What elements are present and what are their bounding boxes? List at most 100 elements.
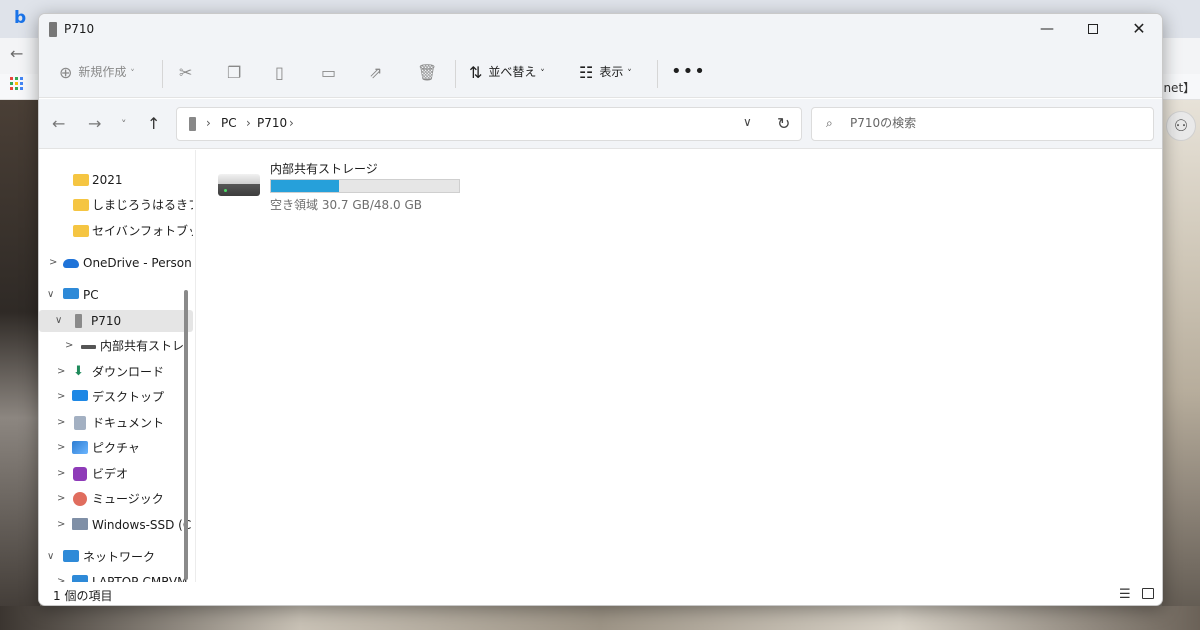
chevron-right-icon[interactable]: > (57, 437, 65, 459)
refresh-icon[interactable]: ↻ (777, 114, 790, 133)
sidebar-item-network[interactable]: ∨ ネットワーク (39, 546, 193, 568)
sort-button[interactable]: ⇅ 並べ替え ˅ (469, 60, 545, 84)
new-button[interactable]: ⊕ 新規作成 ˅ (59, 60, 135, 84)
apps-grid-icon[interactable] (10, 77, 24, 91)
breadcrumb-separator-icon[interactable]: › (289, 116, 294, 130)
hard-drive-icon (218, 174, 260, 196)
network-icon (63, 550, 79, 562)
sidebar-item-desktop[interactable]: > デスクトップ (39, 386, 193, 408)
cut-button[interactable]: ✂ (179, 60, 198, 84)
profile-avatar-icon[interactable]: ⚇ (1166, 111, 1196, 141)
browser-back-icon[interactable]: ← (10, 44, 23, 63)
sidebar-item-p710[interactable]: ∨ P710 (39, 310, 193, 332)
breadcrumb-p710[interactable]: P710 (257, 116, 287, 130)
music-icon (73, 492, 87, 506)
sidebar-item-seiban[interactable]: セイバンフォトブック. (39, 220, 193, 242)
desktop-wallpaper (0, 606, 1200, 630)
sidebar-item-label: 2021 (92, 173, 123, 187)
address-history-chevron-icon[interactable]: ∨ (743, 115, 752, 129)
search-input[interactable] (850, 116, 1140, 130)
chevron-down-icon[interactable]: ∨ (47, 284, 54, 306)
view-button[interactable]: ☷ 表示 ˅ (579, 60, 632, 84)
up-arrow-icon[interactable]: ↑ (147, 114, 160, 133)
chevron-right-icon[interactable]: > (57, 514, 65, 536)
breadcrumb-pc[interactable]: PC (221, 116, 237, 130)
storage-usage-fill (271, 180, 339, 192)
more-options-button[interactable]: ••• (671, 60, 706, 84)
back-arrow-icon[interactable]: ← (52, 114, 65, 133)
desktop-icon (72, 390, 88, 401)
sidebar-item-shimajiro[interactable]: しまじろうはるきフォ (39, 194, 193, 216)
sidebar-item-videos[interactable]: > ビデオ (39, 463, 193, 485)
sidebar-item-onedrive[interactable]: > OneDrive - Person (39, 252, 193, 274)
sidebar-item-pictures[interactable]: > ピクチャ (39, 437, 193, 459)
title-bar[interactable]: P710 — ✕ (39, 14, 1162, 46)
folder-icon (73, 174, 89, 186)
sidebar-item-label: P710 (91, 314, 122, 328)
details-view-icon[interactable]: ☰ (1119, 587, 1131, 602)
chevron-right-icon[interactable]: > (49, 252, 57, 274)
recent-locations-chevron-icon[interactable]: ˅ (121, 118, 127, 131)
close-button[interactable]: ✕ (1116, 14, 1162, 46)
bing-logo-icon[interactable]: b (14, 8, 26, 28)
sidebar-item-music[interactable]: > ミュージック (39, 488, 193, 510)
sidebar-item-pc[interactable]: ∨ PC (39, 284, 193, 306)
sidebar-item-internal-storage[interactable]: > 内部共有ストレ (39, 335, 193, 357)
navigation-bar: ← → ˅ ↑ › PC › P710 › ∨ ↻ ⌕ (39, 99, 1162, 149)
sidebar-item-label: ネットワーク (83, 550, 156, 564)
sidebar-item-label: セイバンフォトブック. (92, 224, 193, 238)
drive-name: 内部共有ストレージ (270, 162, 378, 176)
forward-arrow-icon[interactable]: → (88, 114, 101, 133)
sidebar-item-label: しまじろうはるきフォ (92, 198, 193, 212)
status-bar: 1 個の項目 ☰ (39, 582, 1162, 605)
sidebar-item-label: ビデオ (92, 467, 129, 481)
ssd-icon (72, 518, 88, 530)
chevron-down-icon[interactable]: ∨ (47, 546, 54, 568)
clipboard-icon: ▯ (275, 62, 284, 82)
chevron-right-icon[interactable]: > (57, 361, 65, 383)
search-box[interactable]: ⌕ (811, 107, 1154, 141)
internal-storage-drive-tile[interactable]: 内部共有ストレージ 空き領域 30.7 GB/48.0 GB (218, 160, 468, 212)
pc-icon (63, 288, 79, 299)
view-list-icon: ☷ (579, 62, 594, 82)
chevron-right-icon[interactable]: > (57, 386, 65, 408)
chevron-right-icon[interactable]: > (57, 463, 65, 485)
navigation-pane: 2021 しまじろうはるきフォ セイバンフォトブック. > OneDrive -… (39, 150, 195, 589)
search-icon: ⌕ (826, 116, 833, 130)
address-bar[interactable]: › PC › P710 › ∨ ↻ (176, 107, 802, 141)
sidebar-item-2021[interactable]: 2021 (39, 169, 193, 191)
plus-circle-icon: ⊕ (59, 62, 73, 82)
sidebar-item-label: ピクチャ (92, 441, 140, 455)
breadcrumb-separator-icon[interactable]: › (246, 116, 251, 130)
maximize-icon (1088, 24, 1098, 34)
trash-icon: 🗑 (417, 62, 438, 82)
chevron-down-icon[interactable]: ∨ (55, 310, 62, 332)
sidebar-scrollbar[interactable] (184, 290, 188, 580)
new-label: 新規作成 (78, 65, 127, 79)
command-bar: ⊕ 新規作成 ˅ ✂ ❐ ▯ ▭ ⇗ 🗑 ⇅ 並べ替え ˅ ☷ 表示 ˅ ••• (39, 46, 1162, 98)
file-list-pane[interactable]: 内部共有ストレージ 空き領域 30.7 GB/48.0 GB (196, 150, 1162, 582)
delete-button[interactable]: 🗑 (417, 60, 443, 84)
maximize-button[interactable] (1070, 14, 1116, 46)
paste-button[interactable]: ▯ (275, 60, 290, 84)
chevron-right-icon[interactable]: > (57, 412, 65, 434)
tiles-view-icon[interactable] (1142, 588, 1154, 599)
sidebar-item-documents[interactable]: > ドキュメント (39, 412, 193, 434)
chevron-right-icon[interactable]: > (65, 335, 73, 357)
sort-label: 並べ替え (488, 65, 537, 79)
sidebar-item-windows-ssd[interactable]: > Windows-SSD (C (39, 514, 193, 536)
rename-button[interactable]: ▭ (321, 60, 342, 84)
documents-icon (74, 416, 86, 430)
copy-button[interactable]: ❐ (227, 60, 247, 84)
item-count: 1 個の項目 (53, 589, 113, 603)
sidebar-item-label: PC (83, 288, 99, 302)
divider (455, 60, 456, 88)
minimize-button[interactable]: — (1024, 14, 1070, 46)
copy-icon: ❐ (227, 62, 242, 82)
onedrive-icon (63, 259, 79, 268)
chevron-down-icon: ˅ (627, 69, 632, 79)
sidebar-item-downloads[interactable]: > ⬇ ダウンロード (39, 361, 193, 383)
chevron-right-icon[interactable]: > (57, 488, 65, 510)
share-button[interactable]: ⇗ (369, 60, 388, 84)
share-icon: ⇗ (369, 62, 383, 82)
